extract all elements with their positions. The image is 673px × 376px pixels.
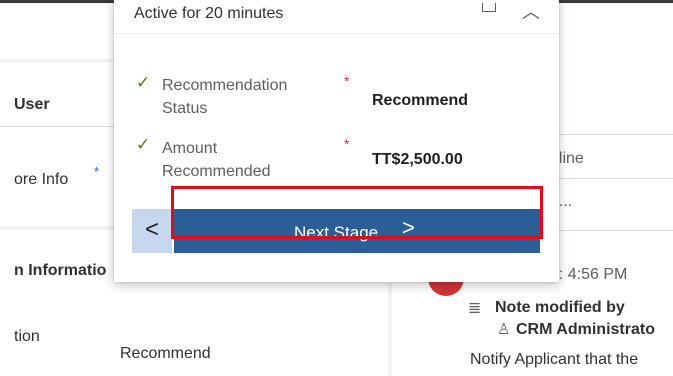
amount-recommended-label: Amount Recommended [162, 137, 312, 183]
section-header: n Informatio [14, 262, 107, 279]
highlight-box [171, 186, 543, 239]
dock-icon[interactable] [482, 3, 496, 12]
note-author[interactable]: CRM Administrato [516, 321, 655, 339]
flyout-header-separator [114, 33, 559, 34]
label-line: Recommended [162, 163, 271, 180]
label-line: Recommendation [162, 77, 288, 94]
note-body: Notify Applicant that the [470, 351, 639, 368]
recommended-dot: * [94, 164, 100, 179]
note-icon: ≣ [468, 300, 482, 317]
recommendation-status-label: Recommendation Status [162, 74, 312, 120]
chevron-up-icon[interactable]: ︿ [522, 0, 540, 24]
label-line: Amount [162, 140, 218, 157]
check-icon: ✓ [136, 135, 151, 154]
note-time: n: 4:56 PM [550, 266, 628, 283]
chevron-left-icon: < [144, 216, 159, 243]
recommendation-status-value[interactable]: Recommend [372, 92, 468, 110]
amount-recommended-value[interactable]: TT$2,500.00 [372, 151, 463, 169]
stage-flyout: Active for 20 minutes ︿ ✓ Recommendation… [114, 0, 559, 282]
field-label: tion [14, 328, 40, 345]
note-title: Note modified by [495, 299, 625, 316]
back-stage-button[interactable]: < [132, 209, 172, 253]
more-info-label[interactable]: ore Info [14, 171, 68, 189]
field-value[interactable]: Recommend [120, 345, 211, 363]
required-indicator: * [344, 136, 350, 152]
check-icon: ✓ [136, 73, 151, 92]
flyout-title: Active for 20 minutes [134, 5, 284, 22]
person-icon: ♙ [497, 321, 511, 338]
user-label: User [14, 96, 50, 113]
required-indicator: * [344, 73, 350, 89]
label-line: Status [162, 100, 208, 117]
